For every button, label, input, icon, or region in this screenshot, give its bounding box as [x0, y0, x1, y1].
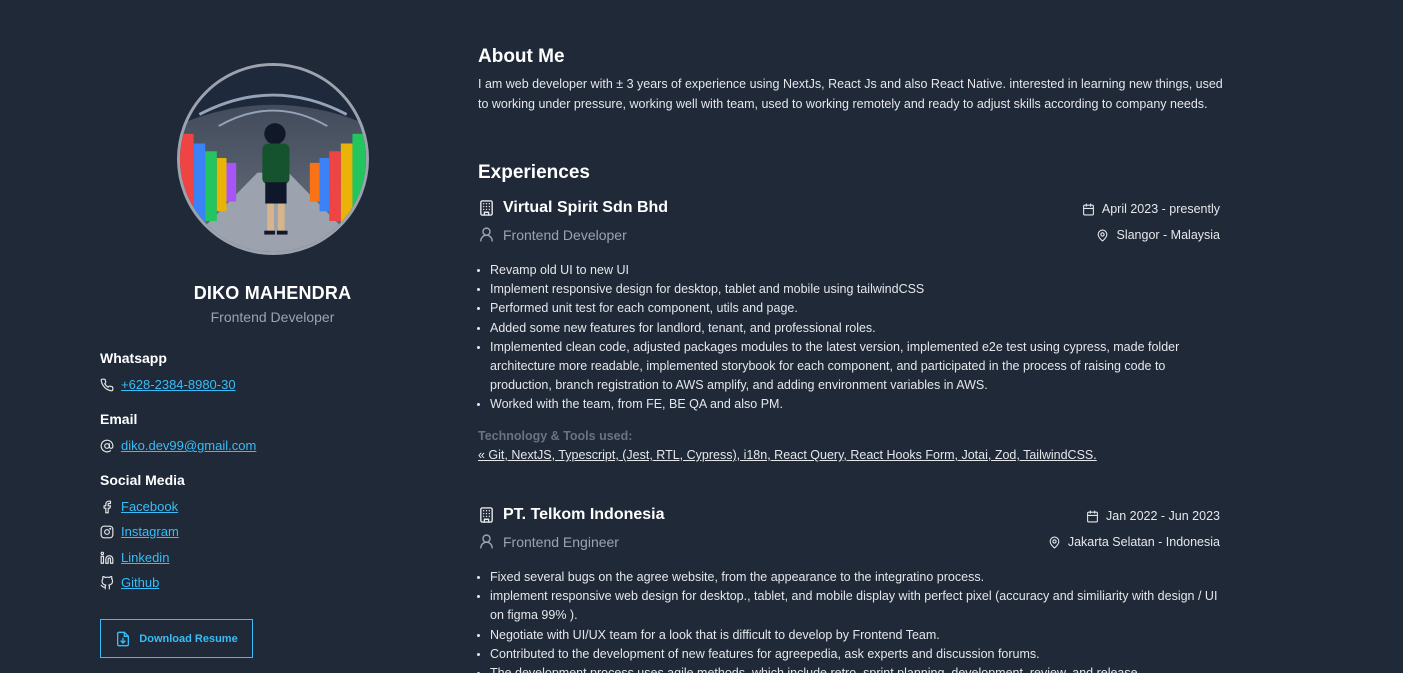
- linkedin-link[interactable]: Linkedin: [121, 550, 169, 565]
- list-item: Negotiate with UI/UX team for a look tha…: [490, 626, 1223, 645]
- role-name: Frontend Developer: [503, 226, 627, 243]
- experience-location: Slangor - Malaysia: [1096, 228, 1220, 242]
- user-icon: [480, 534, 493, 549]
- resume-page: DIKO MAHENDRA Frontend Developer Whatsap…: [0, 0, 1403, 673]
- responsibilities-list: Fixed several bugs on the agree website,…: [490, 568, 1223, 673]
- calendar-icon: [1082, 203, 1094, 215]
- user-icon: [480, 227, 493, 242]
- list-item: Revamp old UI to new UI: [490, 261, 1223, 280]
- list-item: The development process uses agile metho…: [490, 664, 1223, 673]
- role-name: Frontend Engineer: [503, 533, 619, 550]
- phone-icon: [100, 378, 114, 391]
- list-item: Implemented clean code, adjusted package…: [490, 338, 1223, 396]
- email-row: diko.dev99@gmail.com: [100, 438, 256, 453]
- download-resume-label: Download Resume: [139, 632, 238, 645]
- list-item: Fixed several bugs on the agree website,…: [490, 568, 1223, 587]
- map-pin-icon: [1049, 536, 1060, 548]
- experience-role: Frontend Engineer: [478, 533, 619, 550]
- whatsapp-label: Whatsapp: [100, 350, 167, 366]
- calendar-icon: [1087, 510, 1098, 522]
- email-label: Email: [100, 411, 138, 427]
- facebook-icon: [103, 500, 112, 513]
- instagram-icon: [100, 525, 114, 538]
- social-item-github: Github: [100, 575, 159, 590]
- list-item: Contributed to the development of new fe…: [490, 645, 1223, 664]
- list-item: Implement responsive design for desktop,…: [490, 280, 1223, 299]
- linkedin-icon: [100, 551, 114, 564]
- file-download-icon: [117, 631, 130, 646]
- social-media-label: Social Media: [100, 472, 185, 488]
- building-icon: [480, 507, 493, 523]
- instagram-link[interactable]: Instagram: [121, 524, 179, 539]
- tools-list: « Git, NextJS, Typescript, (Jest, RTL, C…: [478, 448, 1097, 462]
- building-icon: [480, 200, 493, 216]
- whatsapp-link[interactable]: +628-2384-8980-30: [121, 377, 236, 392]
- responsibilities-list: Revamp old UI to new UI Implement respon…: [490, 261, 1223, 415]
- company-name: PT. Telkom Indonesia: [503, 506, 665, 523]
- experience-period: April 2023 - presently: [1082, 202, 1220, 216]
- experience-role: Frontend Developer: [478, 226, 627, 243]
- experience-period: Jan 2022 - Jun 2023: [1086, 509, 1220, 523]
- github-icon: [100, 575, 114, 589]
- social-item-facebook: Facebook: [100, 499, 178, 514]
- profile-role: Frontend Developer: [210, 309, 335, 325]
- period-text: April 2023 - presently: [1101, 202, 1220, 216]
- tools-label: Technology & Tools used:: [478, 429, 633, 443]
- facebook-link[interactable]: Facebook: [121, 499, 178, 514]
- experience-company: Virtual Spirit Sdn Bhd: [478, 199, 668, 217]
- experience-company: PT. Telkom Indonesia: [478, 506, 665, 524]
- social-item-linkedin: Linkedin: [100, 550, 169, 565]
- social-item-instagram: Instagram: [100, 524, 179, 539]
- about-text: I am web developer with ± 3 years of exp…: [478, 77, 1223, 111]
- profile-name: DIKO MAHENDRA: [193, 283, 352, 303]
- list-item: implement responsive web design for desk…: [490, 587, 1223, 625]
- experiences-title: Experiences: [478, 162, 590, 183]
- list-item: Worked with the team, from FE, BE QA and…: [490, 395, 1223, 414]
- location-text: Jakarta Selatan - Indonesia: [1067, 535, 1220, 549]
- location-text: Slangor - Malaysia: [1116, 228, 1220, 242]
- download-resume-button[interactable]: Download Resume: [100, 619, 253, 658]
- experience-location: Jakarta Selatan - Indonesia: [1048, 535, 1220, 549]
- avatar: [177, 63, 369, 255]
- list-item: Performed unit test for each component, …: [490, 299, 1223, 318]
- period-text: Jan 2022 - Jun 2023: [1106, 509, 1220, 523]
- email-link[interactable]: diko.dev99@gmail.com: [121, 438, 256, 453]
- map-pin-icon: [1098, 229, 1108, 241]
- about-title: About Me: [478, 46, 565, 67]
- company-name: Virtual Spirit Sdn Bhd: [503, 199, 669, 216]
- github-link[interactable]: Github: [121, 575, 159, 590]
- whatsapp-row: +628-2384-8980-30: [100, 377, 236, 392]
- list-item: Added some new features for landlord, te…: [490, 319, 1223, 338]
- at-sign-icon: [100, 439, 114, 452]
